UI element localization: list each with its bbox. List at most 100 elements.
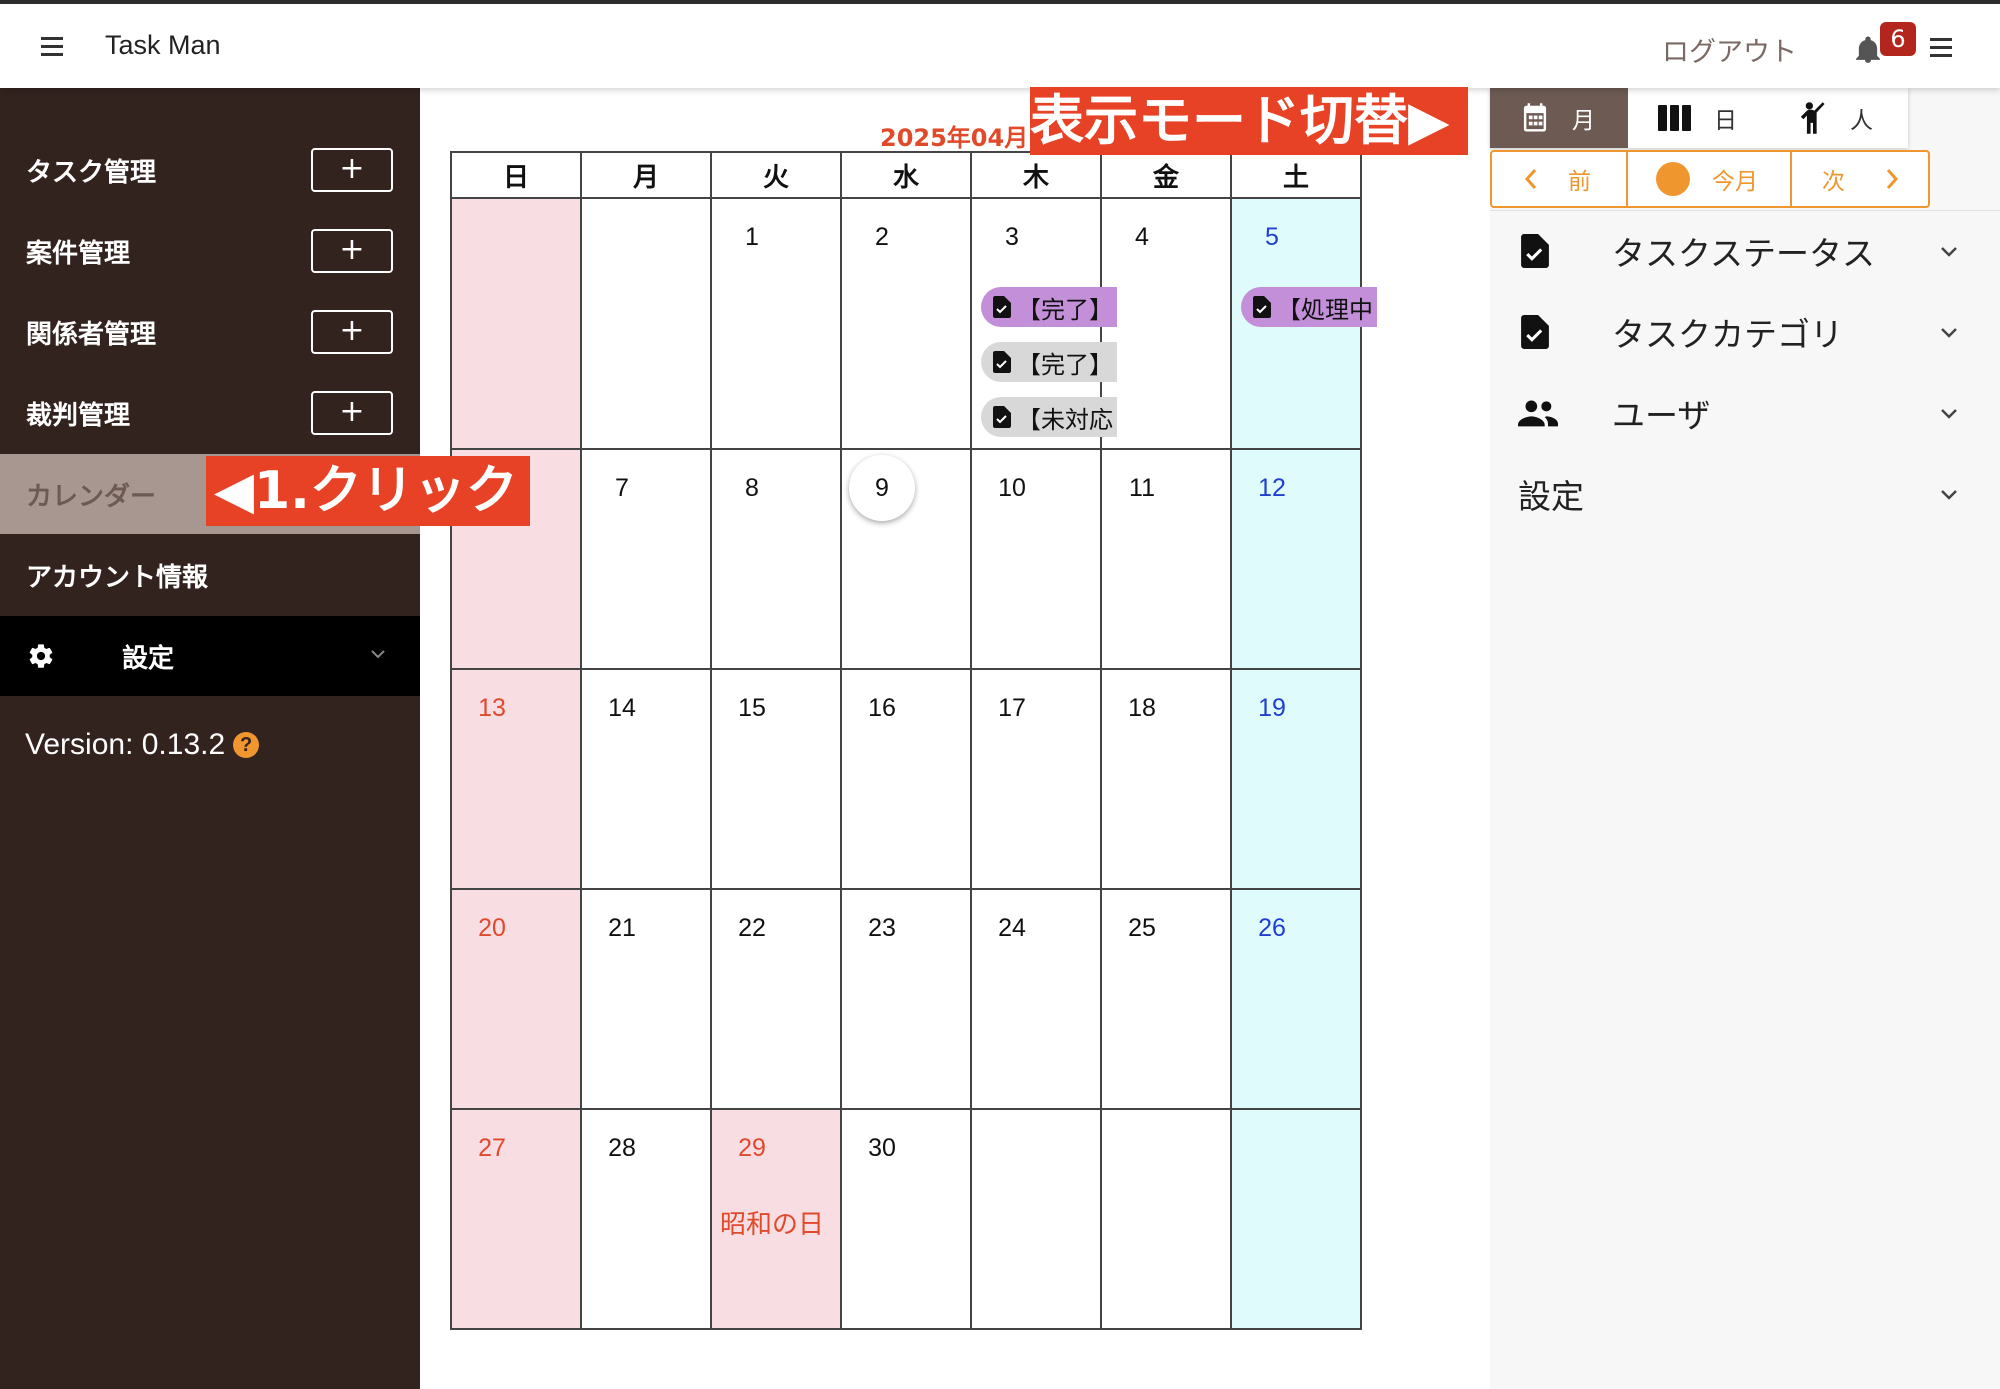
sidebar-item-label: アカウント情報	[26, 562, 209, 593]
hamburger-menu-icon[interactable]	[36, 30, 68, 62]
options-menu-icon[interactable]	[1930, 32, 1960, 62]
month-label: 2025年04月	[880, 124, 1029, 152]
help-icon[interactable]: ?	[233, 732, 260, 758]
day-cell-holiday[interactable]: 29 昭和の日	[710, 1108, 842, 1330]
sidebar-item-case-management[interactable]: 案件管理 +	[0, 211, 420, 291]
day-cell-empty[interactable]	[450, 197, 582, 450]
day-cell[interactable]: 27	[450, 1108, 582, 1330]
add-stakeholder-button[interactable]: +	[311, 310, 393, 354]
chevron-down-icon	[371, 650, 385, 659]
view-columns-icon	[1658, 105, 1691, 131]
day-number: 3	[1005, 223, 1019, 251]
logout-button[interactable]: ログアウト	[1662, 30, 1797, 69]
event-title: 【処理中	[1277, 295, 1373, 324]
sidebar-item-label: 案件管理	[26, 238, 131, 269]
day-cell[interactable]: 5 【処理中	[1230, 197, 1377, 450]
day-cell[interactable]: 11	[1100, 448, 1232, 670]
period-navigation: 前 今月 次	[1490, 150, 1930, 208]
day-cell-empty[interactable]	[970, 1108, 1102, 1330]
day-cell[interactable]: 14	[580, 668, 712, 890]
chevron-down-icon	[1941, 247, 1957, 257]
day-cell[interactable]: 7	[580, 448, 712, 670]
day-cell[interactable]: 1	[710, 197, 842, 450]
month-calendar: 日 月 火 水 木 金 土 1 2 3 【完了】 【完了】 【未対応 4 5 【…	[450, 151, 1377, 1330]
day-cell[interactable]: 8	[710, 448, 842, 670]
day-cell[interactable]: 21	[580, 888, 712, 1110]
day-cell[interactable]: 13	[450, 668, 582, 890]
view-mode-person-button[interactable]: 人	[1768, 88, 1908, 148]
filter-settings[interactable]: 設定	[1490, 454, 2000, 534]
day-cell[interactable]: 10	[970, 448, 1102, 670]
day-cell[interactable]: 24	[970, 888, 1102, 1110]
filter-user[interactable]: ユーザ	[1490, 373, 2000, 453]
day-cell[interactable]: 2	[840, 197, 972, 450]
next-label: 次	[1822, 169, 1845, 195]
day-cell[interactable]: 4	[1100, 197, 1232, 450]
event-title: 【未対応	[1017, 405, 1113, 434]
day-cell[interactable]: 19	[1230, 668, 1362, 890]
notification-bell-icon[interactable]	[1855, 36, 1881, 64]
add-task-button[interactable]: +	[311, 148, 393, 192]
calendar-event[interactable]: 【処理中	[1241, 287, 1377, 327]
day-number: 15	[738, 694, 766, 722]
day-cell[interactable]: 30	[840, 1108, 972, 1330]
day-cell-empty[interactable]	[1230, 1108, 1362, 1330]
chevron-right-icon	[1886, 169, 1899, 189]
day-cell[interactable]: 25	[1100, 888, 1232, 1110]
add-case-button[interactable]: +	[311, 229, 393, 273]
day-number: 21	[608, 914, 636, 942]
weekday-fri: 金	[1100, 151, 1232, 199]
task-document-icon	[993, 296, 1011, 318]
day-cell[interactable]: 17	[970, 668, 1102, 890]
next-period-button[interactable]: 次	[1792, 152, 1928, 206]
day-number: 10	[998, 474, 1026, 502]
today-day-number: 9	[849, 455, 915, 521]
day-cell-empty[interactable]	[580, 197, 712, 450]
day-cell-today[interactable]: 9	[840, 448, 972, 670]
task-document-icon	[993, 406, 1011, 428]
sidebar-item-stakeholder-management[interactable]: 関係者管理 +	[0, 292, 420, 372]
filter-task-status[interactable]: タスクステータス	[1490, 211, 2000, 291]
filter-task-category[interactable]: タスクカテゴリ	[1490, 292, 2000, 372]
previous-period-button[interactable]: 前	[1492, 152, 1628, 206]
filter-label: タスクカテゴリ	[1612, 315, 1843, 354]
calendar-event[interactable]: 【完了】	[981, 342, 1117, 382]
sidebar-item-trial-management[interactable]: 裁判管理 +	[0, 373, 420, 453]
app-title: Task Man	[105, 30, 221, 60]
add-trial-button[interactable]: +	[311, 391, 393, 435]
day-cell[interactable]: 22	[710, 888, 842, 1110]
view-mode-month-button[interactable]: 月	[1490, 88, 1628, 148]
day-cell[interactable]: 28	[580, 1108, 712, 1330]
holiday-name: 昭和の日	[720, 1210, 825, 1240]
view-mode-day-button[interactable]: 日	[1628, 88, 1768, 148]
sidebar-item-settings[interactable]: 設定	[0, 616, 420, 696]
day-cell[interactable]: 26	[1230, 888, 1362, 1110]
sidebar-item-account-info[interactable]: アカウント情報	[0, 535, 420, 615]
day-cell[interactable]: 20	[450, 888, 582, 1110]
current-month-button[interactable]: 今月	[1628, 152, 1792, 206]
day-cell[interactable]: 15	[710, 668, 842, 890]
sidebar: タスク管理 + 案件管理 + 関係者管理 + 裁判管理 + カレンダー アカウン…	[0, 88, 420, 1389]
day-number: 20	[478, 914, 506, 942]
task-document-icon	[1521, 234, 1549, 268]
sidebar-item-task-management[interactable]: タスク管理 +	[0, 130, 420, 210]
day-number: 12	[1258, 474, 1286, 502]
task-document-icon	[993, 351, 1011, 373]
day-cell[interactable]: 18	[1100, 668, 1232, 890]
chevron-down-icon	[1941, 328, 1957, 338]
current-month-label: 今月	[1712, 169, 1758, 195]
sidebar-item-label: カレンダー	[26, 481, 157, 512]
weekday-sun: 日	[450, 151, 582, 199]
day-number: 18	[1128, 694, 1156, 722]
day-cell[interactable]: 23	[840, 888, 972, 1110]
weekday-tue: 火	[710, 151, 842, 199]
day-number: 1	[745, 223, 759, 251]
day-cell-empty[interactable]	[1100, 1108, 1232, 1330]
calendar-event[interactable]: 【完了】	[981, 287, 1117, 327]
view-mode-toggle: 月 日 人	[1490, 88, 1908, 148]
day-cell[interactable]: 16	[840, 668, 972, 890]
day-cell[interactable]: 3 【完了】 【完了】 【未対応	[970, 197, 1117, 450]
calendar-event[interactable]: 【未対応	[981, 397, 1117, 437]
filter-label: タスクステータス	[1612, 234, 1876, 273]
day-cell[interactable]: 12	[1230, 448, 1362, 670]
